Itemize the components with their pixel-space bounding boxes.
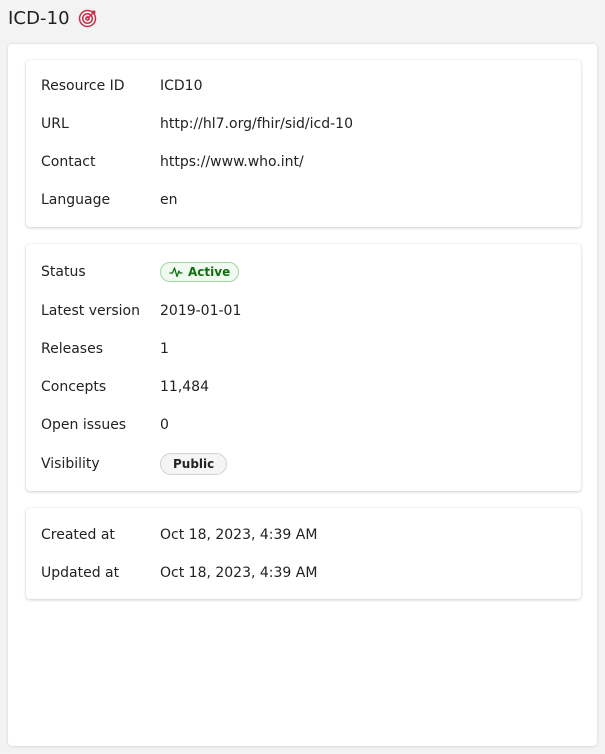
details-panel: Resource ID ICD10 URL http://hl7.org/fhi… — [8, 44, 597, 746]
releases-row: Releases 1 — [41, 337, 566, 361]
contact-row: Contact https://www.who.int/ — [41, 150, 566, 174]
url-value: http://hl7.org/fhir/sid/icd-10 — [160, 116, 353, 132]
dates-card: Created at Oct 18, 2023, 4:39 AM Updated… — [26, 508, 581, 599]
open-issues-label: Open issues — [41, 417, 127, 433]
target-icon[interactable] — [78, 8, 98, 28]
open-issues-row: Open issues 0 — [41, 413, 566, 437]
page-header: ICD-10 — [8, 4, 98, 32]
updated-at-value: Oct 18, 2023, 4:39 AM — [160, 565, 318, 581]
visibility-label: Visibility — [41, 456, 100, 472]
status-row: Status Active — [41, 260, 566, 284]
open-issues-value: 0 — [160, 417, 169, 433]
general-info-card: Resource ID ICD10 URL http://hl7.org/fhi… — [26, 60, 581, 227]
visibility-row: Visibility Public — [41, 452, 566, 476]
status-label: Status — [41, 264, 86, 280]
created-at-value: Oct 18, 2023, 4:39 AM — [160, 527, 318, 543]
concepts-row: Concepts 11,484 — [41, 375, 566, 399]
page-title: ICD-10 — [8, 7, 70, 29]
status-badge-text: Active — [188, 265, 231, 279]
status-details-card: Status Active Latest version 2019-01-01 … — [26, 244, 581, 491]
updated-at-row: Updated at Oct 18, 2023, 4:39 AM — [41, 561, 566, 585]
latest-version-value: 2019-01-01 — [160, 303, 242, 319]
visibility-badge: Public — [160, 453, 228, 475]
created-at-label: Created at — [41, 527, 115, 543]
contact-value: https://www.who.int/ — [160, 154, 304, 170]
concepts-label: Concepts — [41, 379, 107, 395]
resource-id-value: ICD10 — [160, 78, 203, 94]
url-row: URL http://hl7.org/fhir/sid/icd-10 — [41, 112, 566, 136]
url-label: URL — [41, 116, 69, 132]
contact-label: Contact — [41, 154, 96, 170]
latest-version-row: Latest version 2019-01-01 — [41, 299, 566, 323]
releases-value: 1 — [160, 341, 169, 357]
concepts-value: 11,484 — [160, 379, 209, 395]
language-label: Language — [41, 192, 111, 208]
status-badge: Active — [160, 262, 240, 282]
language-row: Language en — [41, 188, 566, 212]
resource-id-row: Resource ID ICD10 — [41, 74, 566, 98]
language-value: en — [160, 192, 178, 208]
created-at-row: Created at Oct 18, 2023, 4:39 AM — [41, 523, 566, 547]
latest-version-label: Latest version — [41, 303, 140, 319]
resource-id-label: Resource ID — [41, 78, 125, 94]
releases-label: Releases — [41, 341, 103, 357]
pulse-icon — [169, 267, 183, 278]
updated-at-label: Updated at — [41, 565, 120, 581]
